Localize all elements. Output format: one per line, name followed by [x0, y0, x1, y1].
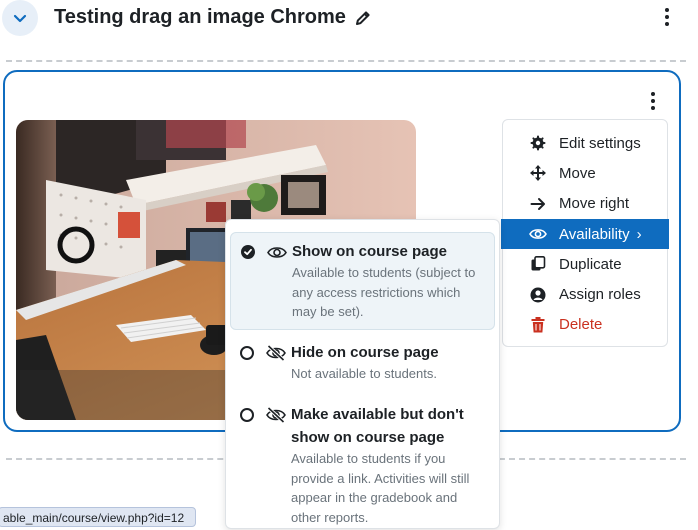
availability-submenu: Show on course page Available to student…	[225, 219, 500, 529]
menu-item-availability[interactable]: Availability ›	[501, 218, 669, 250]
section-title-text: Testing drag an image Chrome	[54, 6, 346, 28]
menu-item-label: Delete	[559, 316, 603, 334]
gear-icon	[529, 134, 547, 152]
status-bar-url: able_main/course/view.php?id=12	[0, 507, 196, 527]
eye-slash-icon	[266, 406, 286, 424]
radio-button	[240, 346, 254, 360]
move-arrows-icon	[529, 164, 547, 182]
section-title: Testing drag an image Chrome	[54, 6, 372, 29]
menu-item-label: Availability	[559, 225, 630, 243]
menu-item-move-right[interactable]: Move right	[503, 189, 667, 219]
activity-actions-menu-icon[interactable]	[650, 92, 656, 110]
menu-item-label: Duplicate	[559, 255, 622, 273]
section-actions-menu-icon[interactable]	[664, 8, 670, 26]
chevron-down-icon	[13, 14, 27, 23]
menu-item-label: Assign roles	[559, 286, 641, 304]
option-title: Make available but don't show on course …	[291, 406, 464, 446]
menu-item-move[interactable]: Move	[503, 158, 667, 188]
menu-item-edit-settings[interactable]: Edit settings	[503, 128, 667, 158]
radio-button	[240, 408, 254, 422]
eye-icon	[267, 245, 287, 261]
pencil-icon[interactable]	[354, 9, 372, 27]
menu-item-label: Move right	[559, 195, 630, 213]
option-description: Available to students (subject to any ac…	[292, 265, 476, 319]
section-divider	[6, 60, 686, 62]
option-title: Show on course page	[292, 243, 448, 260]
trash-icon	[529, 316, 547, 334]
section-collapse-button[interactable]	[2, 0, 38, 36]
availability-option-stealth[interactable]: Make available but don't show on course …	[230, 400, 495, 530]
option-description: Not available to students.	[291, 366, 437, 381]
availability-option-hide[interactable]: Hide on course page Not available to stu…	[230, 338, 495, 386]
availability-option-show[interactable]: Show on course page Available to student…	[230, 232, 495, 330]
menu-item-delete[interactable]: Delete	[503, 310, 667, 340]
menu-item-label: Move	[559, 164, 596, 182]
arrow-right-icon	[529, 195, 547, 213]
activity-action-menu: Edit settings Move Move right Availabili…	[501, 119, 669, 347]
menu-item-duplicate[interactable]: Duplicate	[503, 249, 667, 279]
copy-icon	[529, 255, 547, 273]
eye-icon	[529, 225, 547, 243]
check-circle-icon	[241, 245, 255, 259]
chevron-right-icon: ›	[636, 225, 642, 243]
option-description: Available to students if you provide a l…	[291, 451, 470, 525]
menu-item-assign-roles[interactable]: Assign roles	[503, 279, 667, 309]
option-title: Hide on course page	[291, 344, 439, 361]
user-circle-icon	[529, 286, 547, 304]
menu-item-label: Edit settings	[559, 134, 641, 152]
eye-slash-icon	[266, 344, 286, 362]
